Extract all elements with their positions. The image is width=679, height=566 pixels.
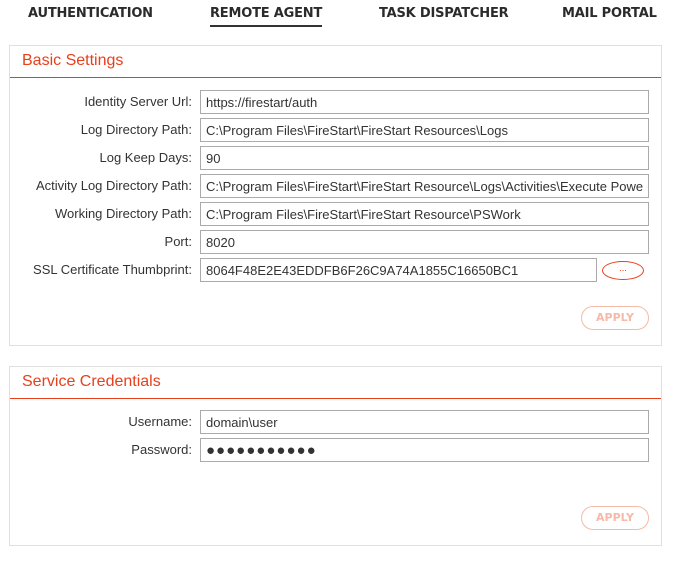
- log-keep-days-label: Log Keep Days:: [99, 150, 192, 165]
- service-credentials-panel: Service Credentials Username: Password: …: [9, 366, 662, 546]
- service-credentials-title: Service Credentials: [10, 367, 661, 399]
- username-input[interactable]: [200, 410, 649, 434]
- log-keep-days-row: Log Keep Days:: [10, 146, 663, 170]
- ssl-certificate-thumbprint-row: SSL Certificate Thumbprint: ...: [10, 258, 663, 282]
- tab-mail-portal[interactable]: MAIL PORTAL: [562, 6, 657, 25]
- browse-certificate-button[interactable]: ...: [602, 261, 644, 280]
- working-directory-path-input[interactable]: [200, 202, 649, 226]
- apply-basic-settings-button[interactable]: APPLY: [581, 306, 649, 330]
- basic-settings-panel: Basic Settings Identity Server Url: Log …: [9, 45, 662, 346]
- activity-log-directory-path-input[interactable]: [200, 174, 649, 198]
- port-row: Port:: [10, 230, 663, 254]
- ssl-certificate-thumbprint-input[interactable]: [200, 258, 597, 282]
- password-input[interactable]: [200, 438, 649, 462]
- log-directory-path-label: Log Directory Path:: [80, 122, 192, 137]
- activity-log-directory-path-label: Activity Log Directory Path:: [35, 178, 192, 193]
- tab-task-dispatcher[interactable]: TASK DISPATCHER: [379, 6, 509, 25]
- log-directory-path-row: Log Directory Path:: [10, 118, 663, 142]
- log-directory-path-input[interactable]: [200, 118, 649, 142]
- tab-bar: AUTHENTICATION REMOTE AGENT TASK DISPATC…: [0, 0, 679, 34]
- ssl-certificate-thumbprint-label: SSL Certificate Thumbprint:: [33, 262, 192, 277]
- working-directory-path-label: Working Directory Path:: [54, 206, 192, 221]
- username-label: Username:: [128, 414, 192, 429]
- log-keep-days-input[interactable]: [200, 146, 649, 170]
- identity-server-url-row: Identity Server Url:: [10, 90, 663, 114]
- tab-remote-agent[interactable]: REMOTE AGENT: [210, 6, 322, 27]
- apply-service-credentials-button[interactable]: APPLY: [581, 506, 649, 530]
- password-row: Password:: [10, 438, 663, 462]
- activity-log-directory-path-row: Activity Log Directory Path:: [10, 174, 663, 198]
- identity-server-url-label: Identity Server Url:: [84, 94, 192, 109]
- port-input[interactable]: [200, 230, 649, 254]
- working-directory-path-row: Working Directory Path:: [10, 202, 663, 226]
- basic-settings-title: Basic Settings: [10, 46, 661, 78]
- identity-server-url-input[interactable]: [200, 90, 649, 114]
- port-label: Port:: [164, 234, 192, 249]
- tab-authentication[interactable]: AUTHENTICATION: [28, 6, 153, 25]
- username-row: Username:: [10, 410, 663, 434]
- password-label: Password:: [131, 442, 192, 457]
